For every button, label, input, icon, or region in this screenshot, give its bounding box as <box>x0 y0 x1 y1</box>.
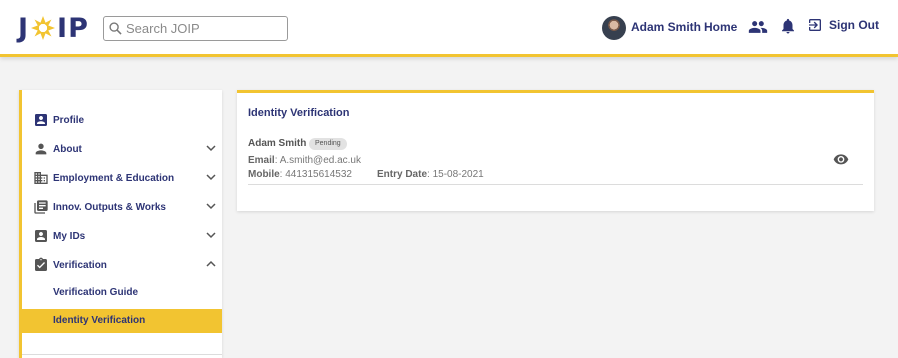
search-input[interactable] <box>126 21 276 36</box>
user-name[interactable]: Adam Smith <box>631 20 701 34</box>
joip-logo[interactable]: J IP <box>18 12 89 44</box>
sidebar-item-label: Innov. Outputs & Works <box>53 201 166 213</box>
chevron-down-icon[interactable] <box>206 173 216 181</box>
mobile-line: Mobile: 441315614532 <box>248 169 352 180</box>
sign-out-button[interactable]: Sign Out <box>807 17 879 33</box>
sidebar-item-label: About <box>53 143 82 155</box>
sidebar-subitem-label: Identity Verification <box>53 315 146 326</box>
sidebar-item-my-ids[interactable]: My IDs <box>22 223 222 249</box>
id-card-icon <box>35 230 47 242</box>
entry-date-label: Entry Date <box>377 169 428 180</box>
identity-verification-card: Identity Verification Adam Smith Pending… <box>237 90 874 211</box>
mobile-label: Mobile <box>248 169 280 180</box>
logo-letters-ip: IP <box>57 12 89 44</box>
entry-user-name: Adam Smith <box>248 138 307 149</box>
sidebar-item-label: Employment & Education <box>53 172 175 184</box>
sidebar-subitem-verification-guide[interactable]: Verification Guide <box>22 281 222 305</box>
building-icon <box>34 172 48 184</box>
mobile-value: 441315614532 <box>285 169 352 180</box>
chevron-down-icon[interactable] <box>206 202 216 210</box>
entry-divider <box>248 184 863 185</box>
sidebar-item-verification[interactable]: Verification <box>22 252 222 278</box>
top-navigation-bar: J IP Adam Smith Home <box>0 0 898 57</box>
sidebar-item-profile[interactable]: Profile <box>22 107 222 133</box>
email-value: A.smith@ed.ac.uk <box>279 155 361 166</box>
chevron-up-icon[interactable] <box>206 260 216 268</box>
logo-letter-j: J <box>18 12 30 44</box>
person-icon <box>35 143 47 155</box>
library-icon <box>34 200 48 214</box>
user-avatar[interactable] <box>602 16 626 40</box>
eye-icon[interactable] <box>833 153 849 165</box>
sidebar: Profile About Employment & Education Inn… <box>19 90 222 358</box>
sign-out-icon <box>809 19 821 31</box>
sidebar-item-about[interactable]: About <box>22 136 222 162</box>
logo-burst-icon <box>31 16 56 40</box>
clipboard-check-icon <box>35 257 47 271</box>
search-box[interactable] <box>103 16 288 41</box>
sign-out-label: Sign Out <box>829 18 879 32</box>
notification-bell-icon[interactable] <box>779 16 797 36</box>
search-icon <box>109 22 122 35</box>
email-label: Email <box>248 155 275 166</box>
sidebar-subitem-identity-verification[interactable]: Identity Verification <box>22 309 222 333</box>
sidebar-item-label: My IDs <box>53 230 86 242</box>
chevron-down-icon[interactable] <box>206 144 216 152</box>
status-badge: Pending <box>309 138 347 150</box>
sidebar-item-employment-education[interactable]: Employment & Education <box>22 165 222 191</box>
sidebar-item-label: Profile <box>53 114 85 126</box>
sidebar-item-innov-outputs-works[interactable]: Innov. Outputs & Works <box>22 194 222 220</box>
email-line: Email: A.smith@ed.ac.uk <box>248 155 361 166</box>
entry-date-line: Entry Date: 15-08-2021 <box>377 169 484 180</box>
profile-icon <box>35 114 47 126</box>
card-title: Identity Verification <box>248 107 350 119</box>
chevron-down-icon[interactable] <box>206 231 216 239</box>
entry-date-value: 15-08-2021 <box>432 169 484 180</box>
sidebar-item-label: Verification <box>53 259 107 271</box>
home-link[interactable]: Home <box>704 20 737 34</box>
sidebar-subitem-label: Verification Guide <box>53 287 139 298</box>
sidebar-divider <box>22 354 222 355</box>
people-icon[interactable] <box>748 17 768 37</box>
